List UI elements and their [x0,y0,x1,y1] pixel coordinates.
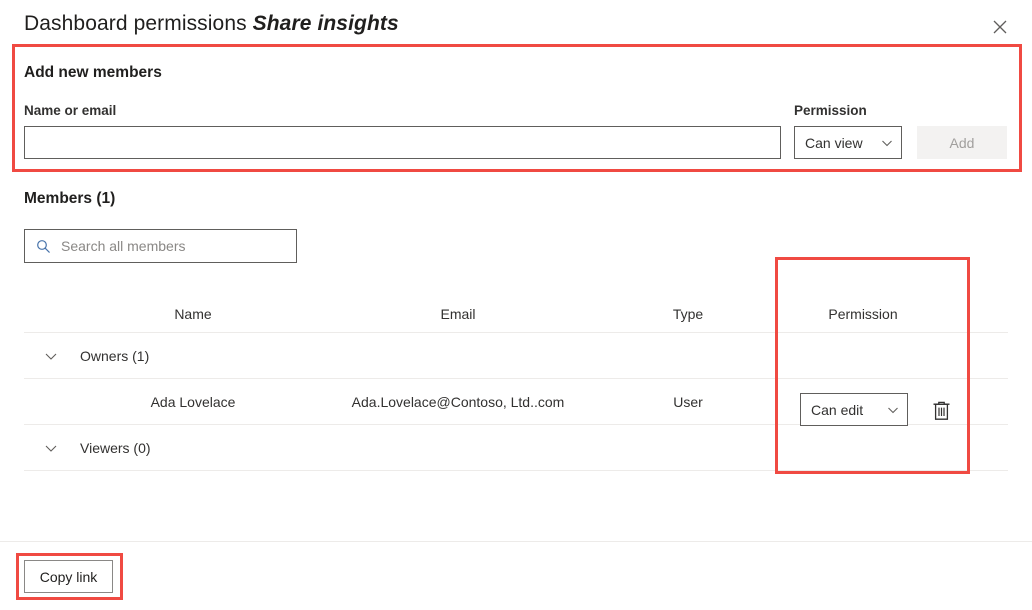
member-name: Ada Lovelace [150,393,236,410]
name-or-email-label: Name or email [24,103,117,118]
group-label-viewers: Viewers (0) [80,439,151,456]
delete-member-button[interactable] [928,396,954,424]
member-permission-value: Can edit [811,401,864,418]
column-header-type: Type [672,306,704,322]
trash-icon [933,401,949,420]
member-permission-dropdown[interactable]: Can edit [800,393,908,426]
chevron-down-icon[interactable] [24,349,78,363]
column-header-name: Name [174,306,212,322]
group-row-viewers[interactable]: Viewers (0) [24,425,1008,471]
search-icon [36,239,51,254]
members-table: Name Email Type Permission Owners (1) Ad… [24,296,1008,471]
chevron-down-icon[interactable] [24,441,78,455]
members-heading: Members (1) [24,190,116,207]
footer-divider [0,541,1032,542]
member-type: User [673,393,703,410]
page-title-main: Dashboard permissions [24,12,247,35]
search-members-box[interactable] [24,229,297,263]
name-or-email-input[interactable] [24,126,781,159]
page-title: Dashboard permissions Share insights [24,12,399,36]
add-member-button[interactable]: Add [917,126,1007,159]
new-member-permission-value: Can view [805,134,863,151]
chevron-down-icon [887,404,899,416]
copy-link-button[interactable]: Copy link [24,560,113,593]
table-header-row: Name Email Type Permission [24,296,1008,333]
page-title-emphasis: Share insights [252,12,399,35]
close-button[interactable] [984,11,1016,43]
member-email: Ada.Lovelace@Contoso, Ltd..com [351,393,565,410]
share-permissions-dialog: Dashboard permissions Share insights Add… [0,0,1032,610]
add-new-members-heading: Add new members [24,64,162,81]
column-header-permission: Permission [828,306,898,322]
group-row-owners[interactable]: Owners (1) [24,333,1008,379]
permission-label: Permission [794,103,867,118]
column-header-email: Email [440,306,476,322]
close-icon [993,20,1007,34]
group-label-owners: Owners (1) [80,347,150,364]
search-members-input[interactable] [59,237,288,255]
new-member-permission-dropdown[interactable]: Can view [794,126,902,159]
chevron-down-icon [881,137,893,149]
